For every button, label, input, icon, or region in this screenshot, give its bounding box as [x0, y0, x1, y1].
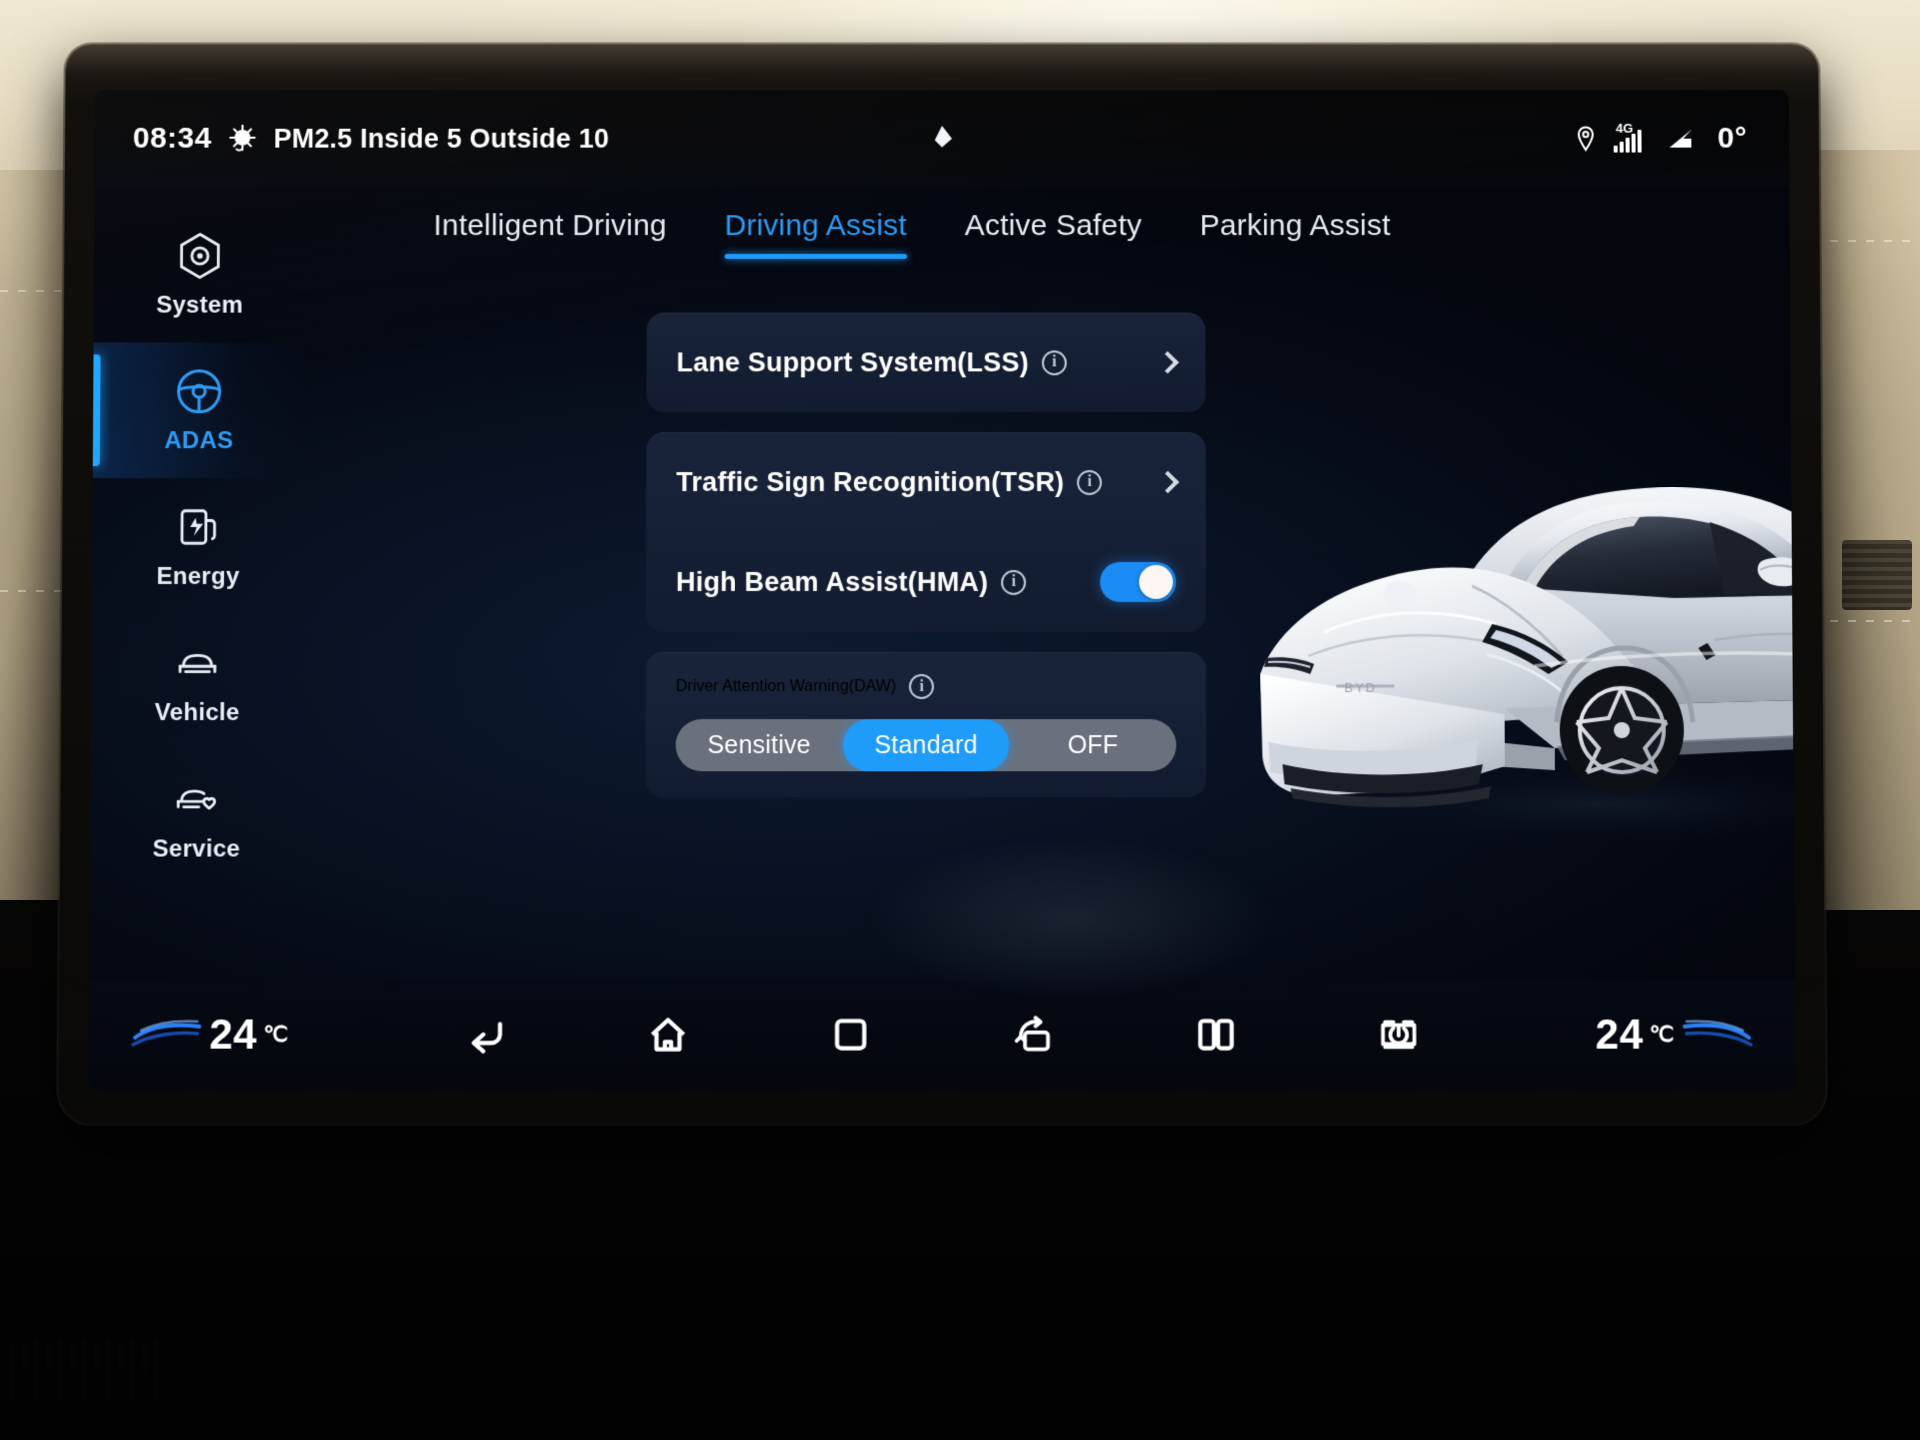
clock: 08:34 [132, 121, 212, 155]
sidebar-item-vehicle[interactable]: Vehicle [91, 614, 304, 750]
air-quality-readout: PM2.5 Inside 5 Outside 10 [273, 123, 610, 154]
daw-segmented-control: Sensitive Standard OFF [675, 719, 1177, 772]
vehicle-illustration: BYD [1203, 337, 1796, 917]
screen-body: System ADAS Energy Vehicle Service Intel… [89, 187, 1796, 979]
settings-list: Lane Support System(LSS) i Traffic Sign … [645, 312, 1207, 818]
daw-option-sensitive[interactable]: Sensitive [676, 719, 843, 771]
car-front-icon [171, 637, 223, 689]
sidebar-item-service[interactable]: Service [90, 750, 303, 886]
home-icon[interactable] [643, 1009, 693, 1059]
airflow-icon [1681, 1017, 1753, 1051]
charging-station-icon [172, 501, 224, 553]
right-temp-unit: ℃ [1649, 1021, 1675, 1047]
status-bar-right: 4G 0° [1574, 121, 1789, 156]
sidebar: System ADAS Energy Vehicle Service [89, 187, 306, 979]
slope-incline-icon [1668, 126, 1702, 152]
back-icon[interactable] [460, 1009, 510, 1059]
tab-intelligent-driving[interactable]: Intelligent Driving [433, 209, 666, 259]
card-lane-support: Lane Support System(LSS) i [646, 312, 1206, 413]
car-heart-icon [171, 773, 223, 825]
main-content: Intelligent Driving Driving Assist Activ… [302, 187, 1796, 979]
row-high-beam-assist[interactable]: High Beam Assist(HMA) i [675, 532, 1177, 632]
pm25-virus-icon [226, 122, 260, 156]
screen-off-icon[interactable] [1373, 1009, 1423, 1059]
location-pin-icon [1574, 126, 1598, 152]
sidebar-item-label: Energy [156, 563, 240, 590]
status-bar-left: 08:34 PM2.5 Inside 5 Outside 10 [95, 122, 609, 156]
outside-temperature: 0° [1717, 121, 1748, 155]
setting-label: Driver Attention Warning(DAW) [675, 677, 897, 695]
setting-label: Lane Support System(LSS) [676, 346, 1029, 377]
left-temp-unit: ℃ [263, 1021, 289, 1047]
hexagon-gear-icon [174, 230, 226, 282]
steering-wheel-icon [173, 365, 225, 417]
left-temp-value: 24 [209, 1010, 258, 1058]
daw-option-off[interactable]: OFF [1009, 719, 1176, 771]
screen-rotate-icon[interactable] [1008, 1009, 1058, 1059]
right-temp-value: 24 [1595, 1010, 1644, 1058]
hvac-left[interactable]: 24 ℃ [89, 1010, 289, 1058]
chevron-right-icon[interactable] [1156, 351, 1179, 374]
sidebar-item-label: Vehicle [154, 699, 240, 727]
nav-button-group [460, 1009, 1424, 1059]
high-beam-toggle[interactable] [1099, 562, 1177, 602]
sidebar-item-label: Service [152, 835, 241, 863]
svg-text:BYD: BYD [1344, 680, 1377, 695]
signal-bars-icon: 4G [1613, 121, 1642, 153]
sidebar-item-label: ADAS [164, 427, 234, 455]
info-icon[interactable]: i [909, 674, 935, 700]
toggle-knob [1138, 565, 1174, 599]
info-icon[interactable]: i [1001, 569, 1027, 595]
row-traffic-sign-recognition[interactable]: Traffic Sign Recognition(TSR) i [676, 432, 1180, 532]
sidebar-item-label: System [156, 291, 244, 319]
sidebar-item-energy[interactable]: Energy [92, 478, 305, 614]
row-driver-attention-warning: Driver Attention Warning(DAW) i [675, 674, 1176, 700]
tab-parking-assist[interactable]: Parking Assist [1200, 209, 1391, 259]
info-icon[interactable]: i [1077, 469, 1103, 495]
row-lane-support[interactable]: Lane Support System(LSS) i [676, 313, 1179, 413]
recents-icon[interactable] [826, 1009, 876, 1059]
notification-icon[interactable] [927, 121, 957, 156]
chevron-right-icon[interactable] [1156, 470, 1180, 494]
bottom-nav-bar: 24 ℃ 24 ℃ [88, 979, 1796, 1090]
infotainment-screen: 08:34 PM2.5 Inside 5 Outside 10 4G 0° Sy… [88, 90, 1796, 1090]
sidebar-item-adas[interactable]: ADAS [92, 342, 306, 479]
status-bar: 08:34 PM2.5 Inside 5 Outside 10 4G 0° [94, 90, 1790, 188]
tab-driving-assist[interactable]: Driving Assist [724, 209, 907, 259]
hvac-right[interactable]: 24 ℃ [1595, 1010, 1795, 1058]
card-driver-attention-warning: Driver Attention Warning(DAW) i Sensitiv… [645, 652, 1207, 798]
head-unit-display: 08:34 PM2.5 Inside 5 Outside 10 4G 0° Sy… [58, 44, 1826, 1125]
split-screen-icon[interactable] [1191, 1009, 1241, 1059]
daw-option-standard[interactable]: Standard [842, 719, 1010, 772]
tab-active-safety[interactable]: Active Safety [965, 209, 1142, 259]
airflow-icon [131, 1017, 203, 1051]
sidebar-item-system[interactable]: System [94, 207, 306, 342]
setting-label: High Beam Assist(HMA) [675, 566, 989, 597]
setting-label: Traffic Sign Recognition(TSR) [676, 466, 1065, 497]
air-vent-right [1842, 540, 1912, 610]
info-icon[interactable]: i [1041, 349, 1067, 375]
card-tsr-hma: Traffic Sign Recognition(TSR) i High Bea… [645, 432, 1207, 633]
tab-bar: Intelligent Driving Driving Assist Activ… [306, 187, 1790, 259]
